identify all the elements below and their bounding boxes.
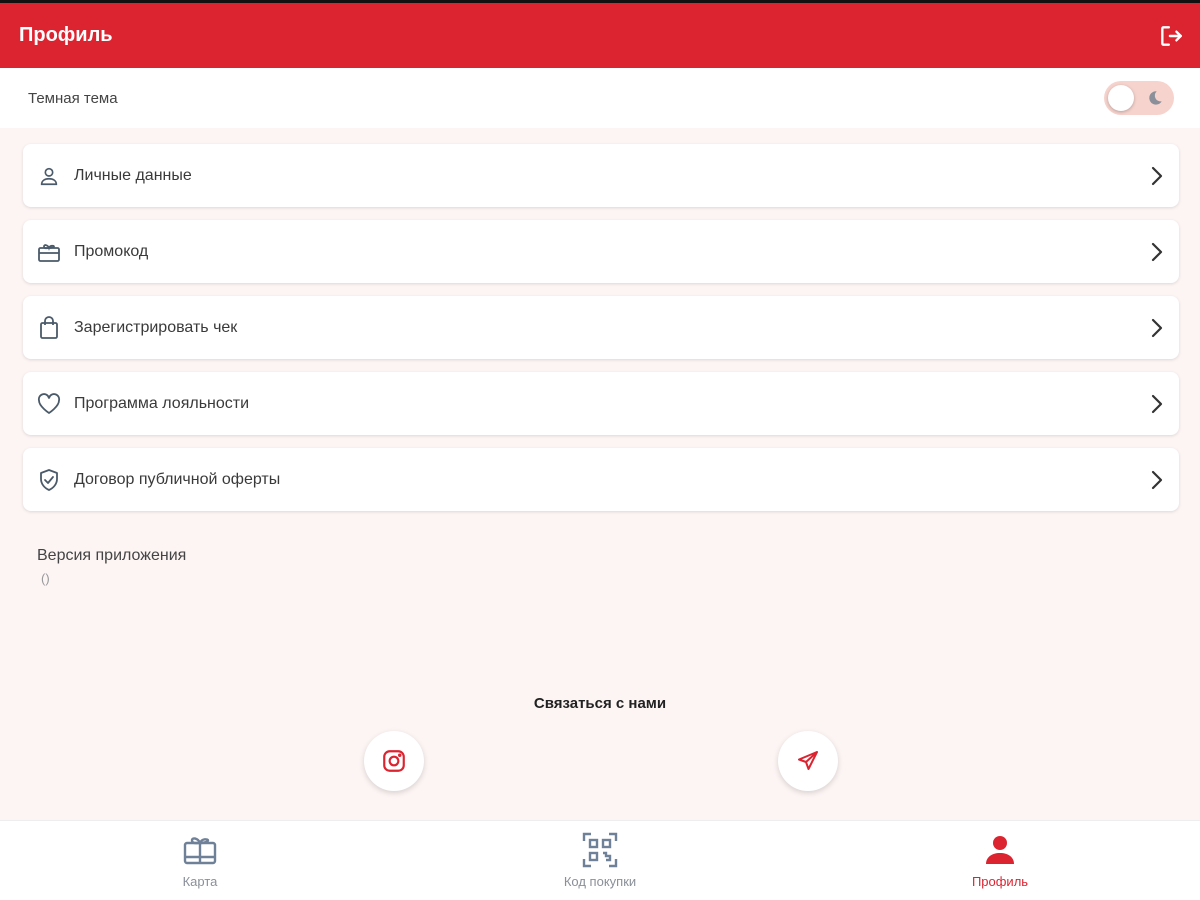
card-gift-icon xyxy=(183,837,217,865)
menu-item-public-offer[interactable]: Договор публичной оферты xyxy=(23,448,1179,511)
person-icon xyxy=(40,167,58,185)
nav-item-label: Код покупки xyxy=(563,874,637,889)
menu-item-register-receipt[interactable]: Зарегистрировать чек xyxy=(23,296,1179,359)
app-version-value: () xyxy=(41,571,50,586)
moon-icon xyxy=(1149,91,1162,105)
menu-item-label: Программа лояльности xyxy=(74,394,250,412)
app-header: Профиль xyxy=(0,0,1200,68)
app-version-label: Версия приложения xyxy=(37,547,187,564)
menu-item-label: Личные данные xyxy=(74,166,192,184)
app-version: Версия приложения () xyxy=(37,547,186,586)
menu-item-promo-code[interactable]: Промокод xyxy=(23,220,1179,283)
gift-icon xyxy=(38,243,60,262)
nav-item-profile[interactable]: Профиль xyxy=(800,821,1200,900)
page-title: Профиль xyxy=(19,24,113,46)
toggle-knob xyxy=(1108,85,1134,111)
chevron-right-icon xyxy=(1151,318,1163,337)
qr-code-icon xyxy=(582,832,618,868)
telegram-icon xyxy=(798,751,818,770)
telegram-button[interactable] xyxy=(778,731,838,791)
chevron-right-icon xyxy=(1151,394,1163,413)
logout-icon xyxy=(1161,25,1182,46)
chevron-right-icon xyxy=(1151,242,1163,261)
bottom-navigation: Карта Код покупки Профиль xyxy=(0,820,1200,900)
nav-item-card[interactable]: Карта xyxy=(0,821,400,900)
contact-us-title: Связаться с нами xyxy=(533,695,667,712)
heart-icon xyxy=(37,392,61,414)
menu-item-label: Промокод xyxy=(74,242,149,260)
logout-button[interactable] xyxy=(1156,21,1186,51)
menu-item-label: Зарегистрировать чек xyxy=(74,318,238,336)
shield-check-icon xyxy=(40,468,58,491)
nav-item-purchase-code[interactable]: Код покупки xyxy=(400,821,800,900)
chevron-right-icon xyxy=(1151,470,1163,489)
nav-item-label: Карта xyxy=(182,874,218,889)
dark-theme-label: Темная тема xyxy=(28,89,118,107)
shopping-bag-icon xyxy=(40,315,58,339)
menu-item-personal-data[interactable]: Личные данные xyxy=(23,144,1179,207)
dark-theme-toggle[interactable] xyxy=(1104,81,1174,115)
menu-item-label: Договор публичной оферты xyxy=(74,470,281,488)
profile-menu: Личные данные Промокод Зарегистрировать … xyxy=(23,144,1179,524)
chevron-right-icon xyxy=(1151,166,1163,185)
menu-item-loyalty-program[interactable]: Программа лояльности xyxy=(23,372,1179,435)
profile-icon xyxy=(986,836,1014,864)
instagram-icon xyxy=(383,750,405,772)
instagram-button[interactable] xyxy=(364,731,424,791)
dark-theme-row: Темная тема xyxy=(0,68,1200,128)
nav-item-label: Профиль xyxy=(971,874,1029,889)
